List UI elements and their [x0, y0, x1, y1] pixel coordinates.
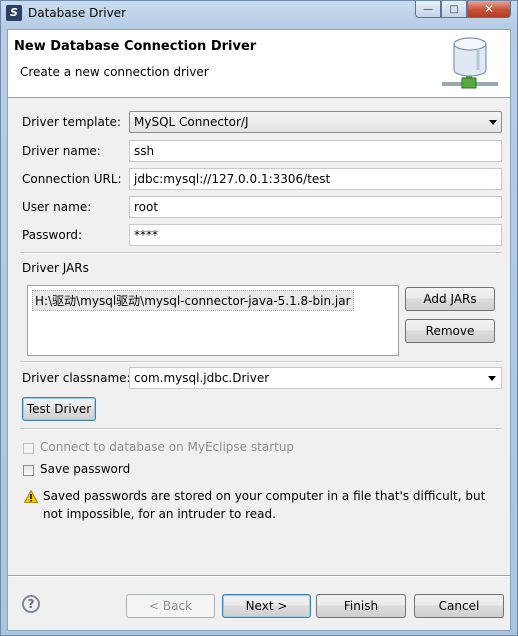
dialog-content: New Database Connection Driver Create a … — [7, 29, 511, 631]
add-jars-button[interactable]: Add JARs — [405, 287, 495, 311]
next-button[interactable]: Next > — [222, 594, 311, 618]
chevron-down-icon — [489, 120, 497, 125]
connect-on-startup-checkbox[interactable] — [23, 443, 34, 454]
wizard-banner: New Database Connection Driver Create a … — [8, 30, 510, 98]
warning-icon — [24, 490, 38, 503]
cancel-button[interactable]: Cancel — [414, 594, 504, 618]
chevron-down-icon — [488, 376, 496, 381]
banner-description: Create a new connection driver — [20, 65, 209, 79]
connection-url-label: Connection URL: — [22, 172, 122, 186]
separator — [20, 252, 502, 254]
title-bar[interactable]: S Database Driver — □ ✕ — [1, 1, 517, 27]
driver-classname-label: Driver classname: — [22, 371, 131, 385]
separator — [20, 428, 502, 430]
password-label: Password: — [22, 228, 83, 242]
footer-separator — [8, 575, 510, 577]
banner-title: New Database Connection Driver — [14, 39, 257, 54]
driver-template-label: Driver template: — [22, 115, 121, 129]
remove-jar-button[interactable]: Remove — [405, 319, 495, 343]
warning-text-line1: Saved passwords are stored on your compu… — [43, 489, 486, 503]
save-password-label: Save password — [40, 462, 131, 476]
dialog-window: S Database Driver — □ ✕ New Database Con… — [0, 0, 518, 636]
help-icon[interactable]: ? — [22, 595, 40, 613]
connect-on-startup-label: Connect to database on MyEclipse startup — [40, 440, 295, 454]
test-driver-button[interactable]: Test Driver — [22, 397, 96, 421]
connection-url-input[interactable]: jdbc:mysql://127.0.0.1:3306/test — [129, 168, 502, 190]
close-button[interactable]: ✕ — [467, 1, 511, 18]
driver-classname-value: com.mysql.jdbc.Driver — [134, 371, 270, 385]
warning-text-line2: not impossible, for an intruder to read. — [43, 507, 276, 521]
user-name-input[interactable]: root — [129, 196, 502, 218]
driver-template-value: MySQL Connector/J — [134, 115, 249, 129]
maximize-icon: □ — [449, 3, 459, 15]
driver-jars-list[interactable]: H:\驱动\mysql驱动\mysql-connector-java-5.1.8… — [27, 285, 399, 356]
user-name-label: User name: — [22, 200, 92, 214]
minimize-button[interactable]: — — [415, 1, 441, 18]
myeclipse-app-icon: S — [6, 5, 22, 21]
maximize-button[interactable]: □ — [441, 1, 467, 18]
minimize-icon: — — [423, 3, 433, 15]
driver-jars-label: Driver JARs — [22, 261, 89, 275]
list-item[interactable]: H:\驱动\mysql驱动\mysql-connector-java-5.1.8… — [32, 290, 354, 311]
save-password-checkbox[interactable] — [23, 465, 34, 476]
window-controls: — □ ✕ — [415, 1, 511, 19]
driver-classname-combo[interactable]: com.mysql.jdbc.Driver — [129, 367, 502, 389]
finish-button[interactable]: Finish — [316, 594, 406, 618]
driver-name-label: Driver name: — [22, 144, 101, 158]
database-icon — [442, 37, 498, 89]
back-button[interactable]: < Back — [126, 594, 215, 618]
driver-template-select[interactable]: MySQL Connector/J — [129, 111, 502, 133]
close-icon: ✕ — [483, 2, 495, 16]
separator — [20, 361, 502, 363]
password-input[interactable]: **** — [129, 224, 502, 246]
driver-name-input[interactable]: ssh — [129, 140, 502, 162]
window-title: Database Driver — [28, 6, 126, 20]
